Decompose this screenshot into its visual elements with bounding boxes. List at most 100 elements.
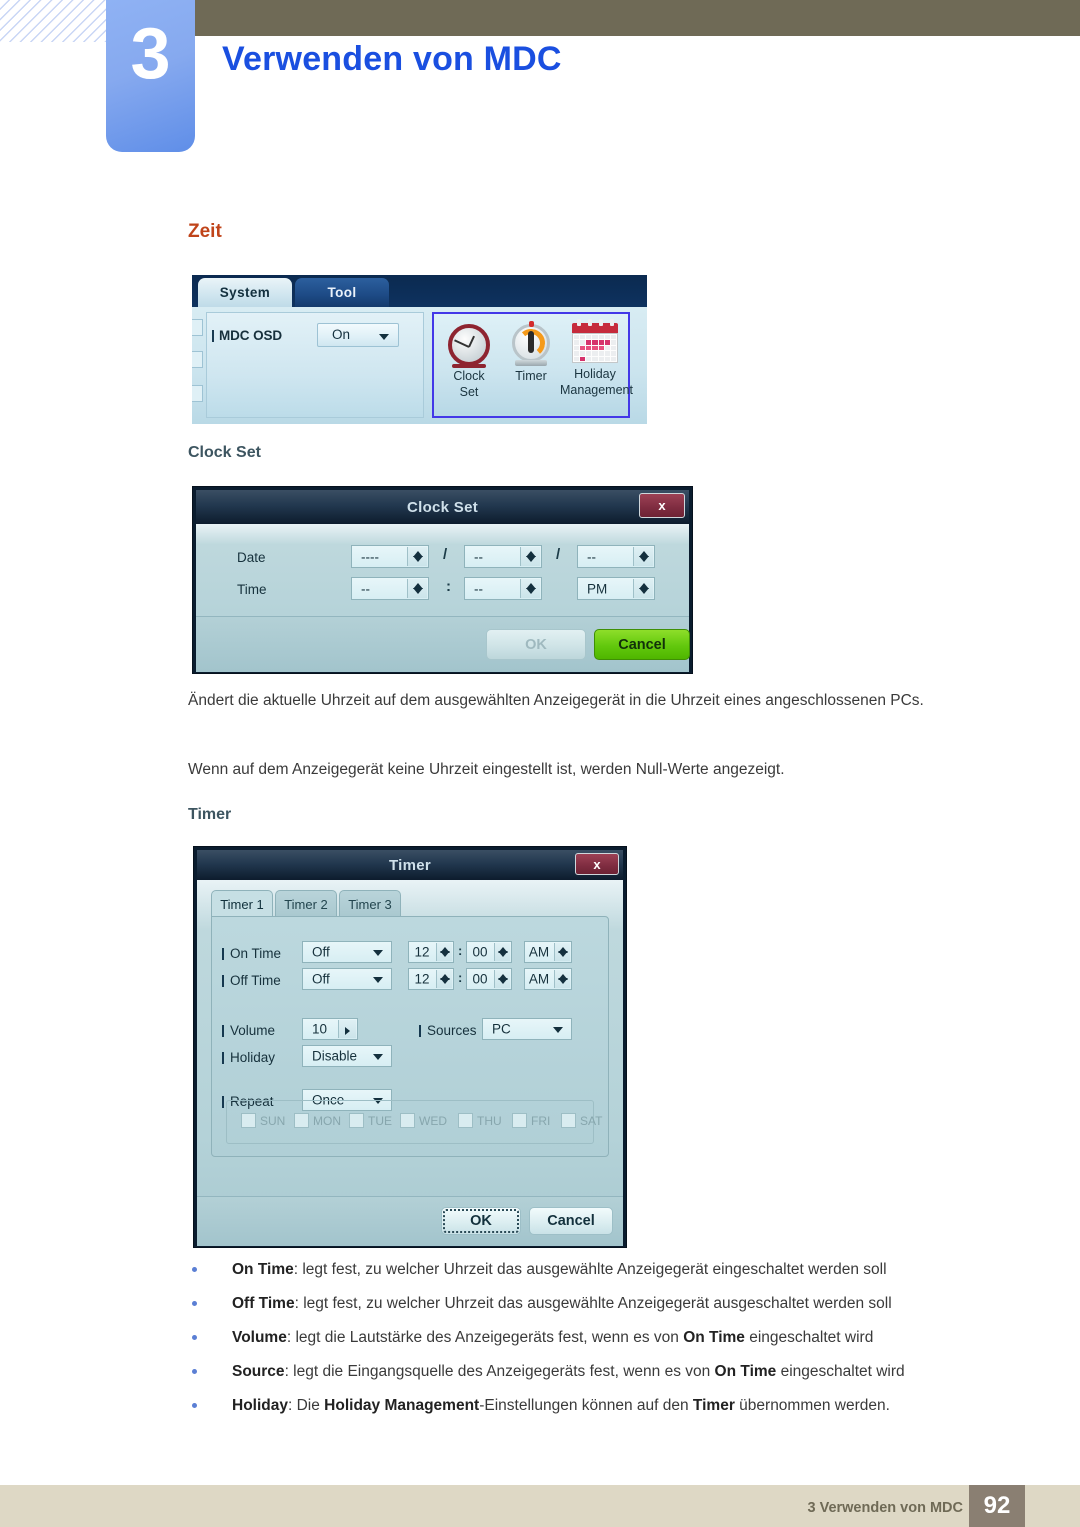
on-time-hour-field[interactable]: 12: [408, 941, 454, 963]
paragraph-clock-set-2: Wenn auf dem Anzeigegerät keine Uhrzeit …: [188, 761, 785, 778]
left-stub: [192, 385, 203, 402]
off-time-label: Off Time: [222, 973, 281, 988]
clock-set-ok-button[interactable]: OK: [486, 629, 586, 660]
weekday-group: SUN MON TUE WED THU FRI SAT: [226, 1100, 602, 1144]
bullet-text-2: eingeschaltet wird: [744, 1328, 874, 1346]
holiday-caption-line2: Management: [560, 383, 633, 397]
decorative-stripes: [0, 0, 106, 42]
clock-set-titlebar: Clock Set x: [196, 490, 689, 524]
on-time-mode-select[interactable]: Off: [302, 941, 392, 963]
date-day-field[interactable]: --: [577, 545, 655, 568]
timer-icon: [508, 321, 554, 367]
off-time-meridiem-stepper[interactable]: [554, 970, 570, 988]
day-checkbox-sat[interactable]: SAT: [561, 1113, 602, 1128]
day-checkbox-fri[interactable]: FRI: [512, 1113, 550, 1128]
volume-field[interactable]: 10: [302, 1018, 358, 1040]
on-time-hour-stepper[interactable]: [436, 943, 452, 961]
day-checkbox-thu[interactable]: THU: [458, 1113, 502, 1128]
section-heading-zeit: Zeit: [188, 221, 222, 242]
day-label: THU: [477, 1113, 502, 1128]
date-year-field[interactable]: ----: [351, 545, 429, 568]
off-time-separator: :: [458, 970, 463, 985]
off-time-meridiem-field[interactable]: AM: [524, 968, 572, 990]
mdc-osd-select[interactable]: On: [317, 323, 399, 347]
time-minute-field[interactable]: --: [464, 577, 542, 600]
subheading-clock-set: Clock Set: [188, 444, 261, 461]
date-month-field[interactable]: --: [464, 545, 542, 568]
on-time-minute-stepper[interactable]: [494, 943, 510, 961]
holiday-label: Holiday: [221, 1050, 276, 1065]
holiday-management-button[interactable]: Holiday Management: [560, 319, 633, 397]
tab-timer-3[interactable]: Timer 3: [339, 890, 401, 917]
off-time-hour-field[interactable]: 12: [408, 968, 454, 990]
page-title: Verwenden von MDC: [222, 40, 562, 78]
date-separator-2: /: [556, 546, 561, 563]
mdc-osd-group: MDC OSD On: [206, 312, 424, 418]
on-time-separator: :: [458, 943, 463, 958]
on-time-meridiem-field[interactable]: AM: [524, 941, 572, 963]
off-time-minute-stepper[interactable]: [494, 970, 510, 988]
time-hour-stepper[interactable]: [407, 579, 427, 598]
checkbox-icon: [349, 1113, 364, 1128]
tab-timer-1[interactable]: Timer 1: [211, 890, 273, 917]
time-meridiem-stepper[interactable]: [633, 579, 653, 598]
bullet-text: : legt fest, zu welcher Uhrzeit das ausg…: [293, 1261, 887, 1278]
bullet-term: Volume: [232, 1328, 287, 1346]
day-checkbox-mon[interactable]: MON: [294, 1113, 341, 1128]
time-hour-field[interactable]: --: [351, 577, 429, 600]
off-time-hour-stepper[interactable]: [436, 970, 452, 988]
bullet-dot: [192, 1368, 197, 1374]
bullet-term: Holiday: [232, 1396, 288, 1414]
holiday-select[interactable]: Disable: [302, 1045, 392, 1067]
chapter-number: 3: [130, 14, 171, 94]
bullet-dot: [192, 1300, 197, 1306]
timer-button[interactable]: Timer: [500, 321, 562, 383]
on-time-minute-field[interactable]: 00: [466, 941, 512, 963]
time-meridiem-field[interactable]: PM: [577, 577, 655, 600]
timer-1-panel: On Time Off 12 : 00 AM Off Time Off 12:…: [211, 916, 609, 1157]
day-checkbox-sun[interactable]: SUN: [241, 1113, 285, 1128]
tab-system[interactable]: System: [198, 278, 292, 307]
list-item: Off Time: legt fest, zu welcher Uhrzeit …: [188, 1293, 1018, 1315]
date-month-stepper[interactable]: [520, 547, 540, 566]
panel-left-stubs: [192, 311, 204, 421]
day-checkbox-wed[interactable]: WED: [400, 1113, 447, 1128]
checkbox-icon: [512, 1113, 527, 1128]
system-tool-panel-screenshot: System Tool MDC OSD On Clock Set Timer H…: [192, 275, 647, 424]
off-time-mode-select[interactable]: Off: [302, 968, 392, 990]
mdc-osd-label: MDC OSD: [211, 328, 283, 343]
subheading-timer: Timer: [188, 806, 232, 823]
day-label: SAT: [580, 1113, 603, 1128]
bullet-term-3: Timer: [692, 1396, 735, 1414]
tab-tool[interactable]: Tool: [295, 278, 389, 307]
timer-cancel-button[interactable]: Cancel: [529, 1207, 613, 1235]
bullet-text: : legt die Lautstärke des Anzeigegeräts …: [286, 1328, 684, 1346]
time-separator: :: [446, 578, 451, 595]
checkbox-icon: [458, 1113, 473, 1128]
chevron-down-icon: [373, 950, 383, 956]
date-separator-1: /: [443, 546, 448, 563]
volume-stepper[interactable]: [338, 1020, 356, 1038]
clock-set-cancel-button[interactable]: Cancel: [594, 629, 690, 660]
close-icon[interactable]: x: [575, 853, 619, 875]
chevron-down-icon: [379, 334, 389, 340]
sources-select[interactable]: PC: [482, 1018, 572, 1040]
date-day-stepper[interactable]: [633, 547, 653, 566]
off-time-minute-field[interactable]: 00: [466, 968, 512, 990]
time-minute-stepper[interactable]: [520, 579, 540, 598]
document-page: 3 Verwenden von MDC Zeit System Tool MDC…: [0, 0, 1080, 1527]
clock-set-footer: OK Cancel: [196, 616, 690, 672]
tab-timer-2[interactable]: Timer 2: [275, 890, 337, 917]
bullet-term: On Time: [232, 1261, 294, 1278]
time-hour-value: --: [361, 581, 370, 596]
bullet-text-2: eingeschaltet wird: [776, 1362, 905, 1380]
day-checkbox-tue[interactable]: TUE: [349, 1113, 392, 1128]
clock-set-button[interactable]: Clock Set: [438, 321, 500, 399]
timer-ok-button[interactable]: OK: [441, 1207, 521, 1235]
day-label: TUE: [368, 1113, 392, 1128]
on-time-meridiem-stepper[interactable]: [554, 943, 570, 961]
close-icon[interactable]: x: [639, 493, 685, 518]
date-year-stepper[interactable]: [407, 547, 427, 566]
volume-label: Volume: [221, 1023, 276, 1038]
date-day-value: --: [587, 549, 596, 564]
